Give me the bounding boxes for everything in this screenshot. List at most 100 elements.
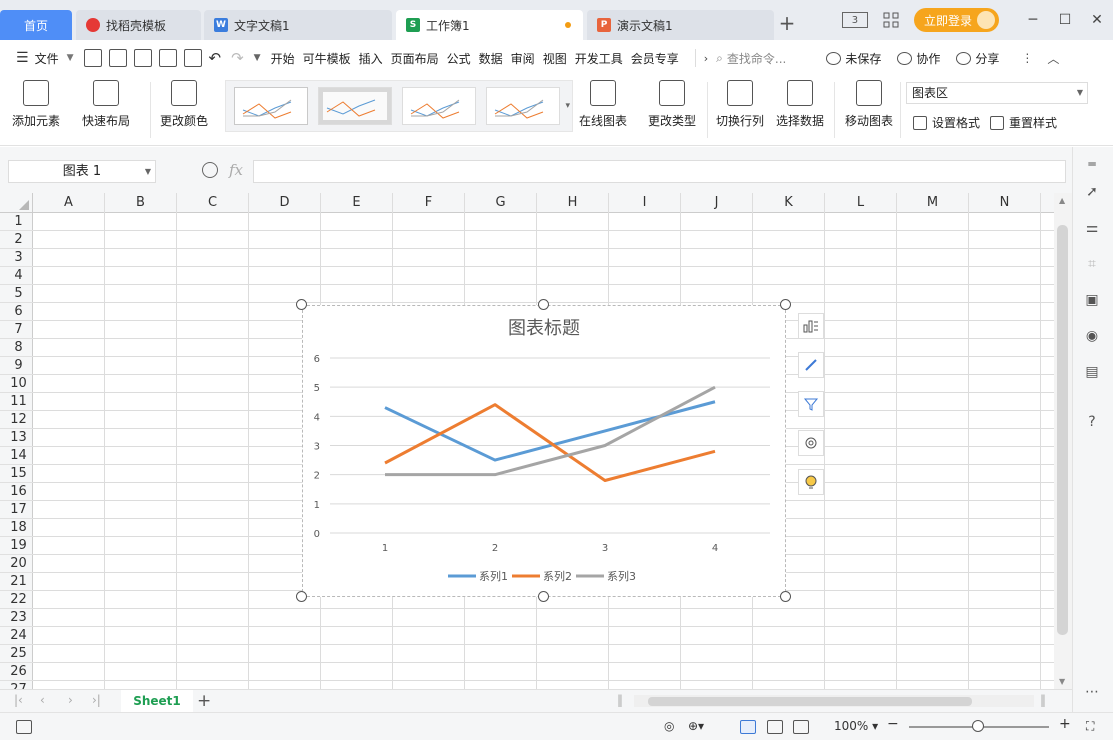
menu-data[interactable]: 数据 bbox=[479, 50, 503, 67]
menu-more-icon[interactable]: › bbox=[704, 52, 708, 65]
splitter-handle-icon[interactable]: ‖ bbox=[1040, 693, 1046, 707]
online-chart-button[interactable]: 在线图表 bbox=[579, 80, 627, 129]
row-header-14[interactable]: 14 bbox=[0, 447, 33, 465]
chart-style-2[interactable] bbox=[318, 87, 392, 125]
column-header-i[interactable]: I bbox=[609, 193, 681, 213]
image-effects-icon[interactable]: ▣ bbox=[1083, 291, 1101, 309]
set-format-button[interactable]: 设置格式 bbox=[913, 114, 980, 131]
horizontal-scroll-thumb[interactable] bbox=[648, 697, 972, 706]
reader-mode-icon[interactable]: ▤ bbox=[1083, 363, 1101, 381]
fullscreen-icon[interactable]: ⛶ bbox=[1086, 719, 1094, 734]
zoom-out-icon[interactable]: − bbox=[887, 716, 899, 732]
command-search[interactable]: ⌕ 查找命令... bbox=[716, 50, 786, 67]
row-header-10[interactable]: 10 bbox=[0, 375, 33, 393]
column-header-d[interactable]: D bbox=[249, 193, 321, 213]
location-pin-icon[interactable]: ◉ bbox=[1083, 327, 1101, 345]
row-header-11[interactable]: 11 bbox=[0, 393, 33, 411]
row-header-7[interactable]: 7 bbox=[0, 321, 33, 339]
save-icon[interactable] bbox=[108, 49, 127, 67]
redo-icon[interactable]: ↷ bbox=[231, 49, 244, 67]
menu-templates[interactable]: 可牛模板 bbox=[303, 50, 351, 67]
column-header-a[interactable]: A bbox=[33, 193, 105, 213]
collapse-ribbon-icon[interactable]: ︿ bbox=[1047, 50, 1059, 67]
horizontal-scrollbar[interactable] bbox=[634, 695, 1034, 707]
apps-grid-icon[interactable] bbox=[880, 9, 902, 31]
column-header-g[interactable]: G bbox=[465, 193, 537, 213]
close-icon[interactable]: ✕ bbox=[1081, 6, 1113, 34]
first-sheet-icon[interactable]: |‹ bbox=[14, 693, 23, 707]
menu-view[interactable]: 视图 bbox=[543, 50, 567, 67]
window-count-icon[interactable]: 3 bbox=[841, 12, 868, 28]
zoom-search-icon[interactable] bbox=[202, 162, 218, 178]
resize-handle-top-left[interactable] bbox=[296, 299, 307, 310]
menu-developer[interactable]: 开发工具 bbox=[575, 50, 623, 67]
open-icon[interactable] bbox=[83, 49, 102, 67]
new-tab-button[interactable]: + bbox=[778, 12, 796, 34]
maximize-icon[interactable]: ☐ bbox=[1049, 6, 1081, 34]
adjust-sliders-icon[interactable]: ⚌ bbox=[1083, 219, 1101, 237]
macro-record-icon[interactable] bbox=[16, 720, 32, 734]
column-header-c[interactable]: C bbox=[177, 193, 249, 213]
zoom-level[interactable]: 100% ▾ bbox=[834, 719, 878, 733]
input-method-icon[interactable]: ⊕▾ bbox=[688, 719, 704, 733]
resize-handle-top-right[interactable] bbox=[780, 299, 791, 310]
chart-style-4[interactable] bbox=[486, 87, 560, 125]
resize-handle-bottom-right[interactable] bbox=[780, 591, 791, 602]
print-preview-icon[interactable] bbox=[183, 49, 202, 67]
chart-style-3[interactable] bbox=[402, 87, 476, 125]
chart-element-select[interactable]: 图表区 ▼ bbox=[906, 82, 1088, 104]
vertical-scroll-thumb[interactable] bbox=[1057, 225, 1068, 635]
chart-smart-bulb-icon[interactable] bbox=[798, 469, 824, 495]
resize-handle-top[interactable] bbox=[538, 299, 549, 310]
row-header-2[interactable]: 2 bbox=[0, 231, 33, 249]
reset-style-button[interactable]: 重置样式 bbox=[990, 114, 1057, 131]
row-header-1[interactable]: 1 bbox=[0, 213, 33, 231]
normal-view-icon[interactable] bbox=[740, 720, 756, 734]
column-header-l[interactable]: L bbox=[825, 193, 897, 213]
column-header-e[interactable]: E bbox=[321, 193, 393, 213]
resize-handle-bottom[interactable] bbox=[538, 591, 549, 602]
file-menu[interactable]: 文件 bbox=[35, 50, 59, 67]
minimize-icon[interactable]: ─ bbox=[1017, 6, 1049, 34]
page-break-view-icon[interactable] bbox=[793, 720, 809, 734]
row-header-6[interactable]: 6 bbox=[0, 303, 33, 321]
change-type-button[interactable]: 更改类型 bbox=[648, 80, 696, 129]
move-chart-button[interactable]: 移动图表 bbox=[845, 80, 893, 129]
change-color-button[interactable]: 更改颜色 bbox=[160, 80, 208, 129]
add-sheet-button[interactable]: + bbox=[197, 690, 211, 712]
splitter-handle-icon[interactable]: ‖ bbox=[617, 693, 623, 707]
tab-presentation[interactable]: P 演示文稿1 bbox=[587, 10, 774, 40]
column-header-h[interactable]: H bbox=[537, 193, 609, 213]
scroll-down-icon[interactable]: ▼ bbox=[1059, 677, 1065, 686]
row-header-13[interactable]: 13 bbox=[0, 429, 33, 447]
resize-handle-bottom-left[interactable] bbox=[296, 591, 307, 602]
print-icon[interactable] bbox=[158, 49, 177, 67]
undo-icon[interactable]: ↶ bbox=[209, 49, 222, 67]
login-button[interactable]: 立即登录 bbox=[913, 8, 999, 32]
row-header-24[interactable]: 24 bbox=[0, 627, 33, 645]
collaborate-button[interactable]: 协作 bbox=[897, 50, 940, 67]
chart-object[interactable]: 图表标题 0 1 2 3 4 5 6 1 2 3 4 系列1 系列2 系列3 bbox=[296, 299, 791, 602]
chart-settings-gear-icon[interactable] bbox=[798, 430, 824, 456]
row-header-8[interactable]: 8 bbox=[0, 339, 33, 357]
row-header-15[interactable]: 15 bbox=[0, 465, 33, 483]
select-cursor-icon[interactable]: ➚ bbox=[1083, 183, 1101, 201]
eye-protection-icon[interactable]: ◎ bbox=[664, 719, 674, 733]
row-header-27[interactable]: 27 bbox=[0, 681, 33, 689]
row-header-9[interactable]: 9 bbox=[0, 357, 33, 375]
formula-input[interactable] bbox=[253, 160, 1066, 183]
chart-style-1[interactable] bbox=[234, 87, 308, 125]
row-header-18[interactable]: 18 bbox=[0, 519, 33, 537]
tab-workbook[interactable]: S 工作簿1 bbox=[396, 10, 583, 40]
quick-layout-button[interactable]: 快速布局 bbox=[82, 80, 130, 129]
menu-page-layout[interactable]: 页面布局 bbox=[391, 50, 439, 67]
tab-daoke-templates[interactable]: 找稻壳模板 bbox=[76, 10, 201, 40]
next-sheet-icon[interactable]: › bbox=[68, 693, 73, 707]
sheet-tab-sheet1[interactable]: Sheet1 bbox=[121, 690, 193, 713]
row-header-19[interactable]: 19 bbox=[0, 537, 33, 555]
tab-doc[interactable]: W 文字文稿1 bbox=[204, 10, 392, 40]
chart-style-brush-icon[interactable] bbox=[798, 352, 824, 378]
share-button[interactable]: 分享 bbox=[956, 50, 999, 67]
prev-sheet-icon[interactable]: ‹ bbox=[40, 693, 45, 707]
name-box[interactable]: 图表 1 ▼ bbox=[8, 160, 156, 183]
